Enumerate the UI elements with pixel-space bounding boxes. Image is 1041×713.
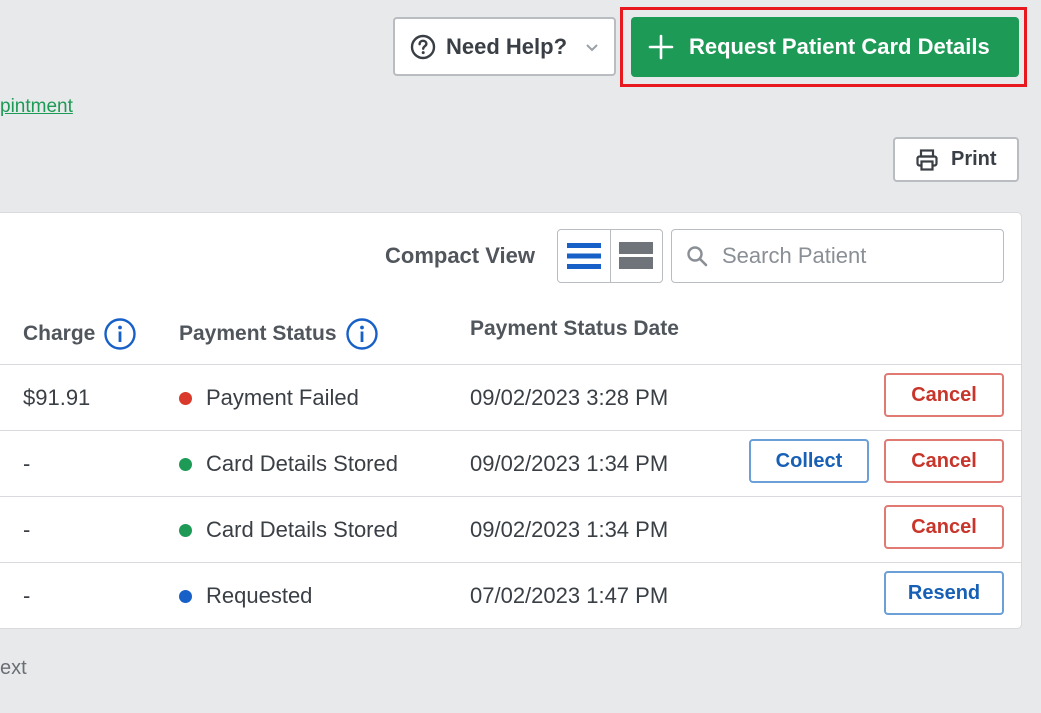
- info-circle-icon[interactable]: [345, 317, 379, 351]
- payment-status-text: Requested: [206, 583, 313, 608]
- charge-cell: $91.91: [23, 385, 91, 410]
- payment-status-text: Card Details Stored: [206, 451, 398, 476]
- cancel-button[interactable]: Cancel: [884, 439, 1004, 483]
- status-dot: [179, 391, 192, 405]
- collect-button[interactable]: Collect: [749, 439, 869, 483]
- status-dot: [179, 457, 192, 471]
- table-row: - Requested 07/02/2023 1:47 PM Resend: [0, 562, 1021, 628]
- column-header-charge: Charge: [23, 317, 137, 351]
- cancel-button[interactable]: Cancel: [884, 373, 1004, 417]
- search-patient-field: [671, 229, 1004, 283]
- payment-status-date-cell: 07/02/2023 1:47 PM: [470, 583, 669, 608]
- status-dot: [179, 523, 192, 537]
- print-button[interactable]: Print: [893, 137, 1019, 182]
- search-icon: [687, 246, 708, 267]
- appointment-link[interactable]: pintment: [0, 96, 73, 118]
- table-row: - Card Details Stored 09/02/2023 1:34 PM…: [0, 496, 1021, 562]
- payment-status-date-header-label: Payment Status Date: [470, 317, 679, 340]
- need-help-button[interactable]: Need Help?: [393, 17, 616, 76]
- table-row: $91.91 Payment Failed 09/02/2023 3:28 PM…: [0, 364, 1021, 430]
- charge-header-label: Charge: [23, 322, 96, 345]
- plus-icon: [648, 34, 674, 60]
- list-view-option[interactable]: [558, 230, 610, 282]
- payment-status-text: Payment Failed: [206, 385, 359, 410]
- charge-cell: -: [23, 583, 31, 608]
- info-circle-icon[interactable]: [103, 317, 137, 351]
- payment-status-text: Card Details Stored: [206, 517, 398, 542]
- table-row: - Card Details Stored 09/02/2023 1:34 PM…: [0, 430, 1021, 496]
- payment-status-cell: Card Details Stored: [179, 451, 398, 477]
- search-patient-input[interactable]: [722, 243, 992, 269]
- column-header-payment-status: Payment Status: [179, 317, 379, 351]
- payment-status-date-cell: 09/02/2023 1:34 PM: [470, 517, 669, 542]
- payment-status-cell: Card Details Stored: [179, 517, 398, 543]
- compact-view-icon: [619, 242, 654, 269]
- charge-cell: -: [23, 451, 31, 476]
- payment-status-date-cell: 09/02/2023 1:34 PM: [470, 451, 669, 476]
- resend-button[interactable]: Resend: [884, 571, 1004, 615]
- payment-status-date-cell: 09/02/2023 3:28 PM: [470, 385, 669, 410]
- view-toggle: [557, 229, 663, 283]
- payments-panel: Compact View Charge: [0, 212, 1022, 629]
- question-circle-icon: [410, 34, 436, 59]
- compact-view-label: Compact View: [385, 243, 535, 268]
- charge-cell: -: [23, 517, 31, 542]
- compact-view-option[interactable]: [609, 230, 662, 282]
- payment-status-cell: Payment Failed: [179, 385, 359, 411]
- list-view-icon: [566, 243, 601, 269]
- printer-icon: [916, 148, 938, 171]
- chevron-down-icon: [586, 44, 598, 52]
- payment-status-cell: Requested: [179, 583, 312, 609]
- need-help-label: Need Help?: [446, 33, 568, 59]
- column-header-payment-status-date: Payment Status Date: [470, 317, 679, 341]
- payment-status-header-label: Payment Status: [179, 322, 337, 345]
- request-button-label: Request Patient Card Details: [689, 34, 990, 59]
- request-patient-card-details-button[interactable]: Request Patient Card Details: [631, 17, 1019, 77]
- next-page-link[interactable]: ext: [0, 657, 27, 680]
- cancel-button[interactable]: Cancel: [884, 505, 1004, 549]
- print-label: Print: [951, 148, 997, 170]
- status-dot: [179, 589, 192, 603]
